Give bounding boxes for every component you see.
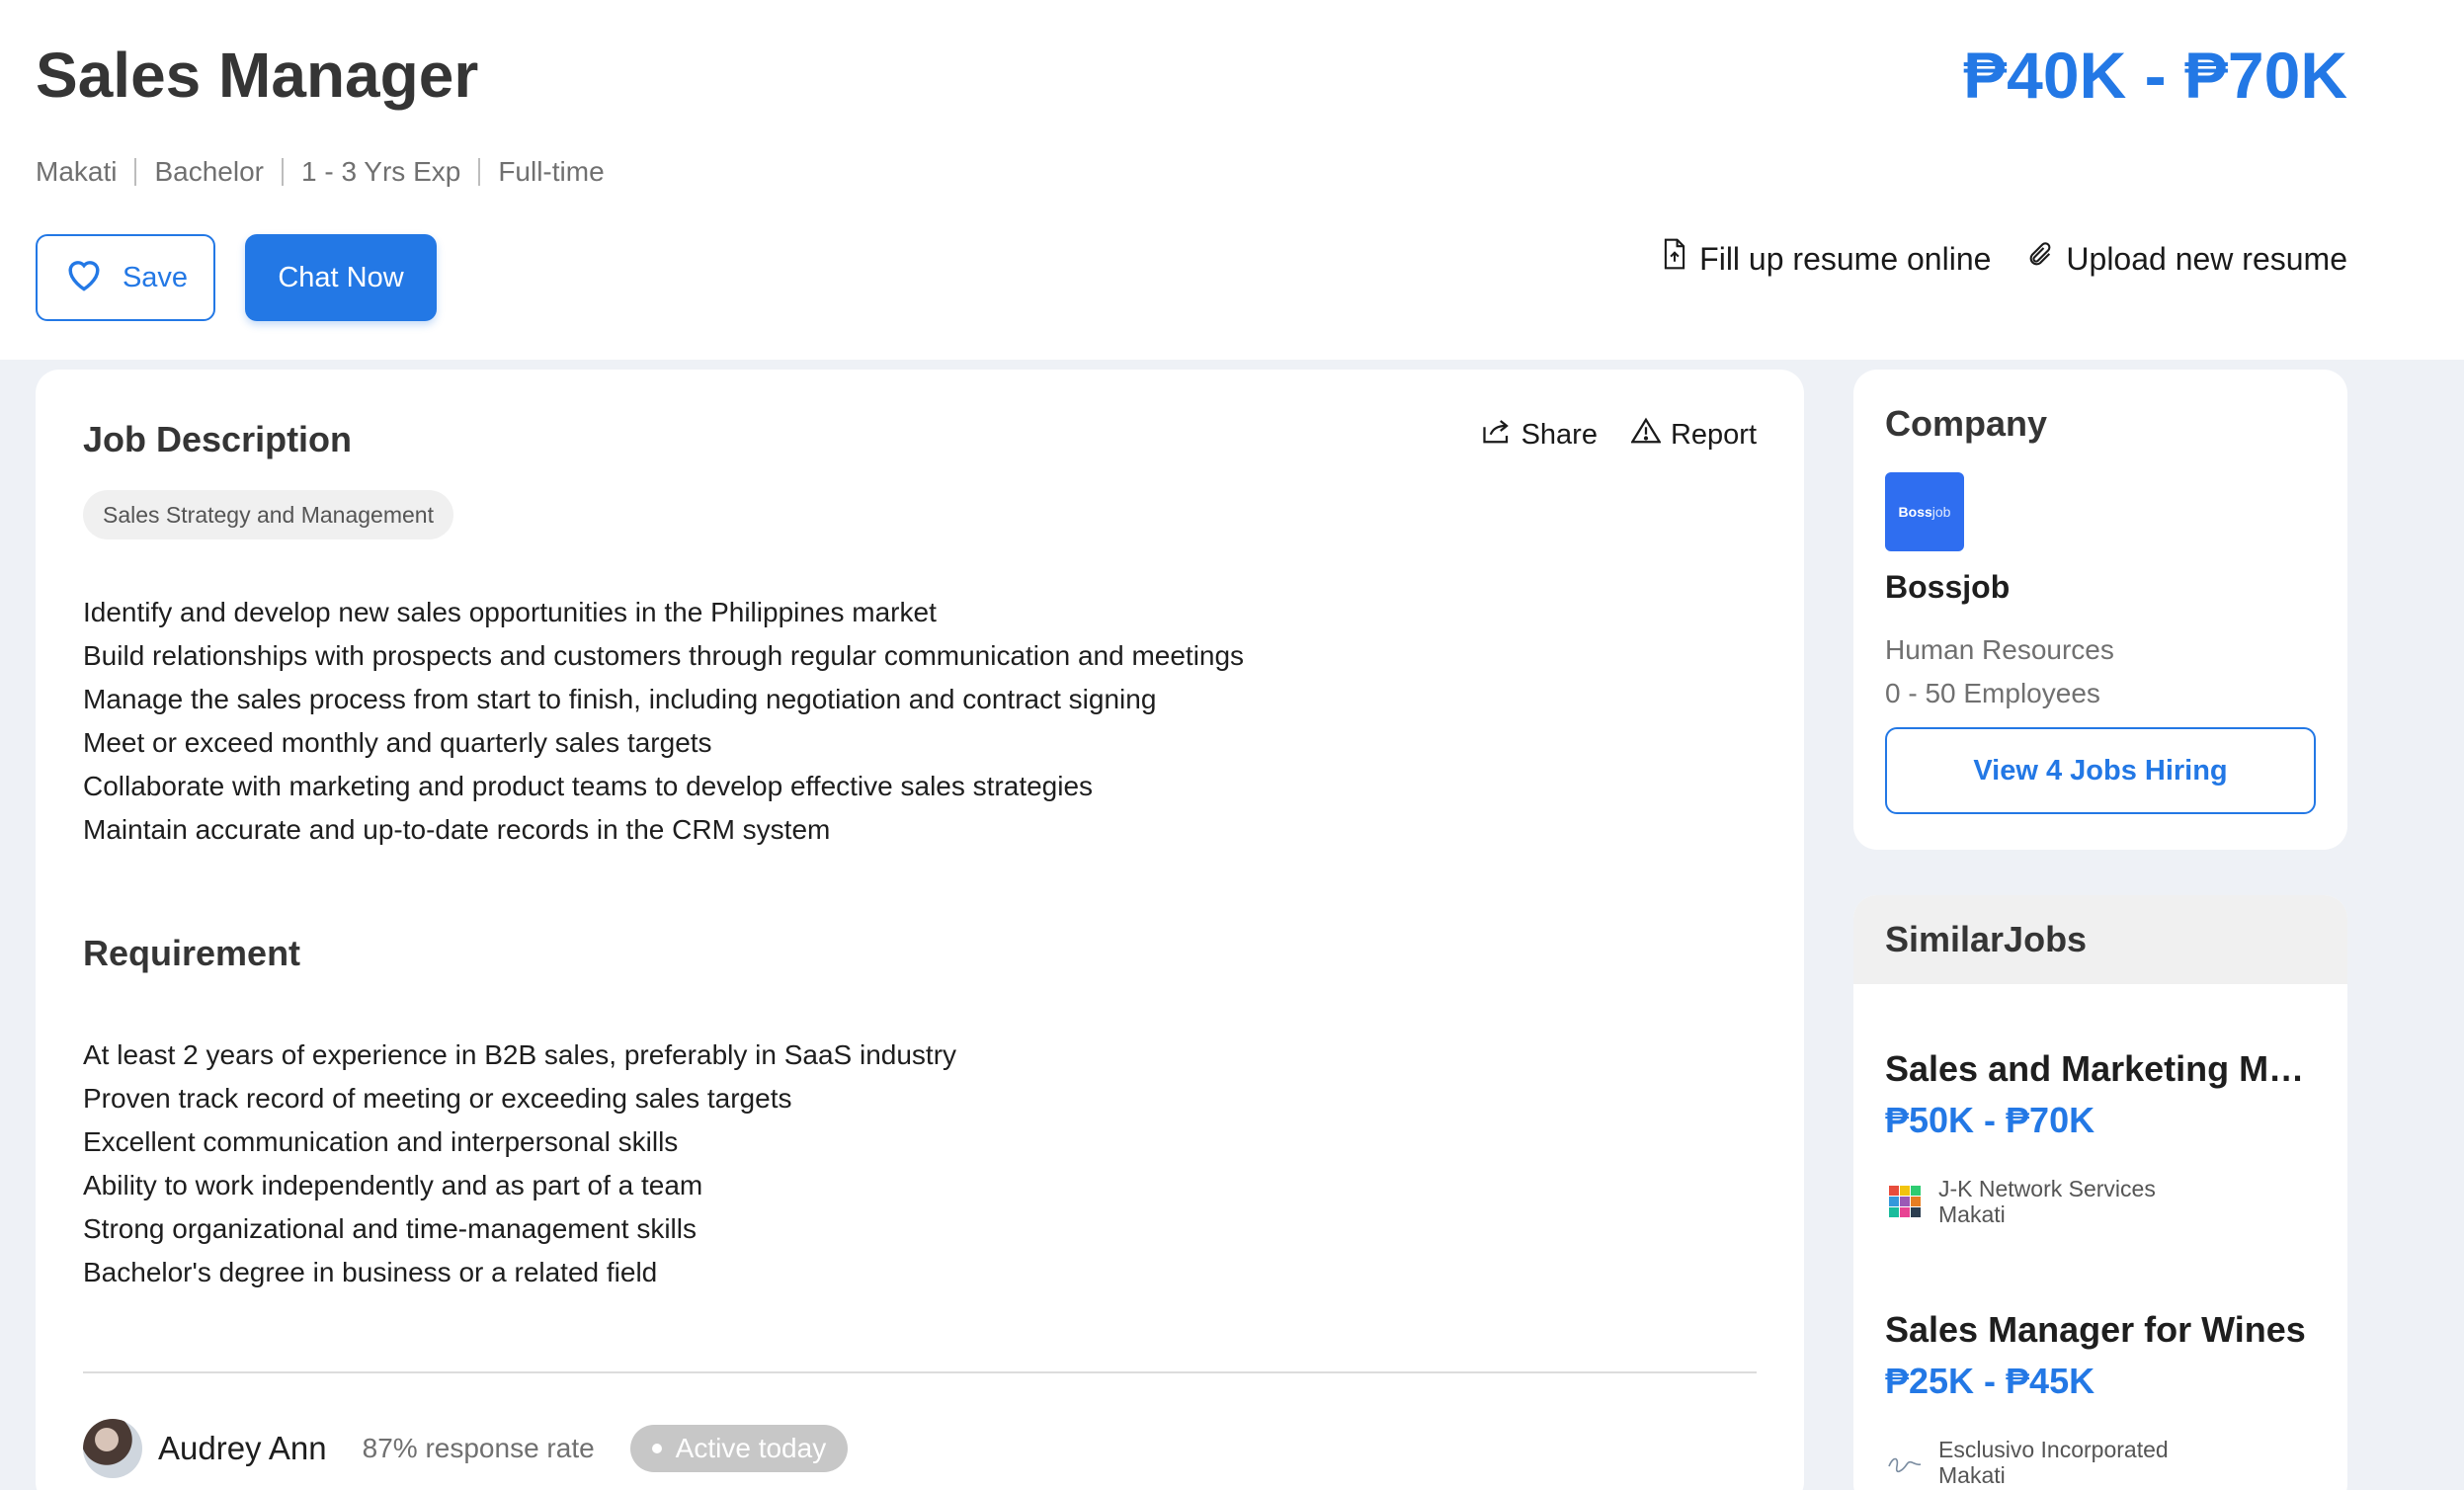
requirement-line: Proven track record of meeting or exceed… [83, 1083, 792, 1114]
similar-job-location: Makati [1938, 1201, 2006, 1227]
similar-job-company-name: Esclusivo Incorporated [1938, 1437, 2169, 1462]
similar-job-company-name: J-K Network Services [1938, 1176, 2156, 1201]
description-line: Build relationships with prospects and c… [83, 640, 1245, 671]
status-badge: Active today [629, 1425, 849, 1472]
recruiter-info: Audrey Ann 87% response rate Active toda… [83, 1419, 849, 1478]
status-label: Active today [675, 1433, 827, 1463]
company-size: 0 - 50 Employees [1885, 678, 2100, 708]
requirement-list: At least 2 years of experience in B2B sa… [83, 1034, 956, 1294]
similar-job-salary: ₱25K - ₱45K [1885, 1361, 2095, 1401]
job-detail-card: Job Description Share Report Sales Strat… [36, 370, 1804, 1490]
similar-job-title: Sales Manager for Wines [1885, 1309, 2306, 1350]
company-industry: Human Resources [1885, 634, 2114, 665]
response-rate-label: response rate [425, 1433, 595, 1463]
report-label: Report [1670, 418, 1757, 451]
company-heading: Company [1885, 403, 2048, 444]
view-jobs-button[interactable]: View 4 Jobs Hiring [1885, 727, 2316, 814]
requirement-line: Strong organizational and time-managemen… [83, 1213, 697, 1244]
avatar [83, 1419, 142, 1478]
requirement-line: Ability to work independently and as par… [83, 1170, 703, 1200]
upload-resume-label: Upload new resume [2066, 241, 2347, 277]
description-line: Manage the sales process from start to f… [83, 684, 1157, 714]
heart-icon [63, 255, 105, 300]
similar-job-location: Makati [1938, 1462, 2006, 1488]
company-script-logo-icon [1885, 1443, 1925, 1482]
meta-divider [134, 158, 137, 186]
report-button[interactable]: Report [1630, 417, 1757, 453]
response-rate-value: 87% [362, 1433, 418, 1463]
company-card: Company Boss job Bossjob Human Resources … [1853, 370, 2347, 850]
similar-job-salary: ₱50K - ₱70K [1885, 1100, 2095, 1140]
meta-experience: 1 - 3 Yrs Exp [300, 156, 461, 187]
section-divider [83, 1371, 1757, 1373]
warning-icon [1630, 417, 1662, 453]
upload-resume-link[interactable]: Upload new resume [2026, 237, 2347, 281]
share-icon [1482, 417, 1512, 453]
fill-resume-link[interactable]: Fill up resume online [1662, 237, 1991, 281]
similar-jobs-heading: SimilarJobs [1853, 895, 2347, 984]
job-meta: Makati Bachelor 1 - 3 Yrs Exp Full-time [36, 152, 605, 192]
status-dot-icon [651, 1444, 662, 1453]
company-grid-logo-icon [1885, 1182, 1925, 1221]
fill-resume-label: Fill up resume online [1699, 241, 1992, 277]
chat-now-button[interactable]: Chat Now [245, 234, 437, 321]
skill-tag: Sales Strategy and Management [83, 490, 453, 539]
job-header: Sales Manager ₱40K - ₱70K Makati Bachelo… [0, 0, 2464, 360]
similar-job-item[interactable]: Sales and Marketing Manager ₱50K - ₱70K … [1885, 1045, 2320, 1227]
requirement-title: Requirement [83, 933, 301, 973]
job-title: Sales Manager [36, 40, 479, 111]
share-button[interactable]: Share [1482, 417, 1598, 453]
similar-job-title: Sales and Marketing Manager [1885, 1048, 2320, 1089]
logo-text-light: job [1931, 504, 1951, 520]
save-button[interactable]: Save [36, 234, 215, 321]
company-logo[interactable]: Boss job [1885, 472, 1964, 551]
description-line: Meet or exceed monthly and quarterly sal… [83, 727, 712, 758]
meta-job-type: Full-time [498, 156, 605, 187]
job-description-title: Job Description [83, 419, 353, 459]
job-salary: ₱40K - ₱70K [1963, 39, 2347, 112]
share-label: Share [1520, 418, 1598, 451]
description-line: Maintain accurate and up-to-date records… [83, 814, 831, 845]
meta-education: Bachelor [154, 156, 264, 187]
requirement-line: Bachelor's degree in business or a relat… [83, 1257, 658, 1287]
save-label: Save [122, 261, 189, 293]
similar-job-company: Esclusivo Incorporated Makati [1885, 1437, 2320, 1488]
description-line: Identify and develop new sales opportuni… [83, 597, 937, 627]
recruiter-name: Audrey Ann [158, 1430, 327, 1466]
logo-text-bold: Boss [1898, 504, 1932, 520]
file-upload-icon [1662, 237, 1687, 281]
similar-job-item[interactable]: Sales Manager for Wines ₱25K - ₱45K Escl… [1885, 1306, 2320, 1488]
meta-location: Makati [36, 156, 118, 187]
description-line: Collaborate with marketing and product t… [83, 771, 1094, 801]
description-list: Identify and develop new sales opportuni… [83, 591, 1244, 852]
resume-actions: Fill up resume online Upload new resume [1662, 237, 2347, 281]
response-rate: 87% response rate [363, 1433, 595, 1464]
card-actions: Share Report [1482, 417, 1757, 453]
requirement-line: Excellent communication and interpersona… [83, 1126, 679, 1157]
requirement-line: At least 2 years of experience in B2B sa… [83, 1039, 957, 1070]
similar-jobs-card: SimilarJobs Sales and Marketing Manager … [1853, 895, 2347, 1490]
company-name[interactable]: Bossjob [1885, 569, 2010, 606]
similar-job-company: J-K Network Services Makati [1885, 1176, 2320, 1227]
paperclip-icon [2026, 237, 2054, 281]
meta-divider [281, 158, 284, 186]
meta-divider [478, 158, 481, 186]
